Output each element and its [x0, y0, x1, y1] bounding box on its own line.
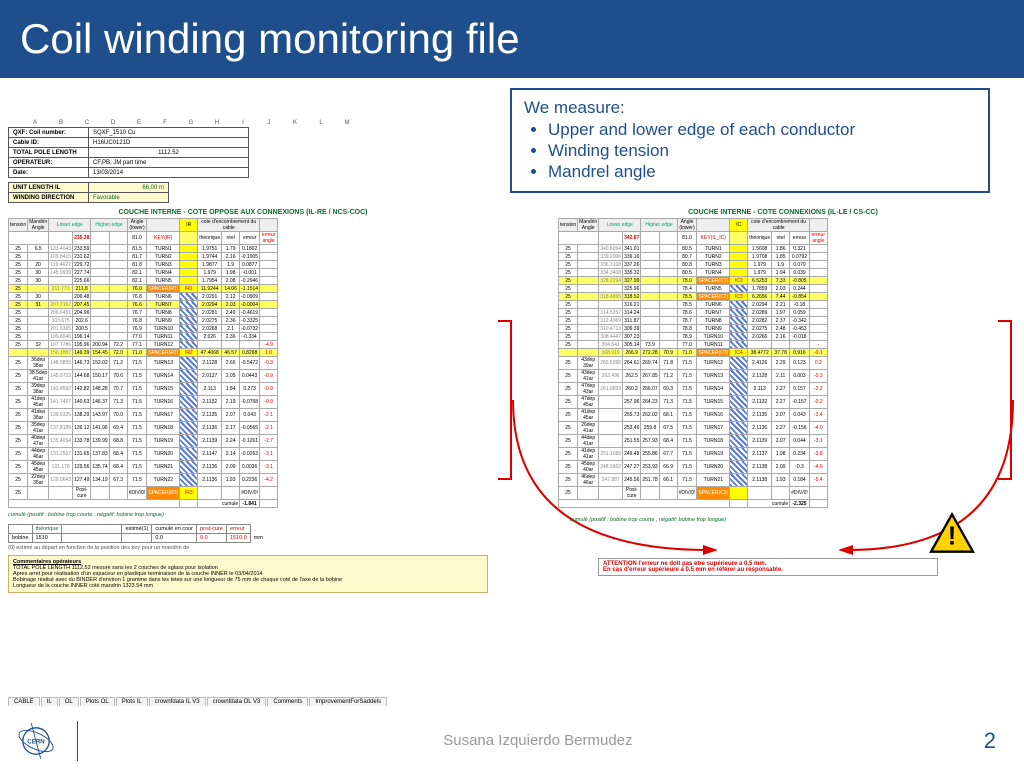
- footer: CERN Susana Izquierdo Bermudez 2: [0, 713, 1024, 768]
- sheet-tabs: CABLEILOLPlots OLPlots ILcrownfdata IL V…: [8, 697, 387, 706]
- sheet-tab[interactable]: OL: [59, 697, 79, 706]
- value: 13/03/2014: [89, 168, 249, 178]
- sheet-tab[interactable]: Comments: [267, 697, 308, 706]
- label: post-cure: [197, 525, 227, 534]
- comments-block: Commentaires opérateurs TOTAL POLE LENGT…: [8, 555, 488, 593]
- page-number: 2: [984, 728, 996, 754]
- header-info-table: QXF: Coil number:SQXF_1510 Cu Cable ID:H…: [8, 127, 249, 178]
- bottom-summary: théorique estimé(1) cumulé en cour post-…: [8, 524, 1016, 551]
- value: CF,PB, JM part time: [89, 158, 249, 168]
- label: OPERATEUR:: [9, 158, 89, 168]
- callout-list: Upper and lower edge of each conductor W…: [548, 120, 976, 182]
- spreadsheet-preview: ABCDEFGHIJKLM QXF: Coil number:SQXF_1510…: [8, 120, 1016, 675]
- sheet-tab[interactable]: Plots IL: [116, 697, 148, 706]
- sheet-tab[interactable]: CABLE: [8, 697, 40, 706]
- callout-item: Upper and lower edge of each conductor: [548, 120, 976, 140]
- sheet-tab[interactable]: Plots OL: [80, 697, 115, 706]
- section-header-left: COUCHE INTERNE - COTE OPPOSE AUX CONNEXI…: [8, 209, 478, 216]
- warning-icon: !: [928, 512, 976, 554]
- svg-text:CERN: CERN: [27, 738, 45, 745]
- value: SQXF_1510 Cu: [89, 128, 249, 138]
- section-header-right: COUCHE INTERNE - COTE CONNEXIONS (IL-LE …: [558, 209, 1008, 216]
- value: 0.0: [197, 534, 227, 543]
- unit: mm: [250, 534, 266, 543]
- page-title: Coil winding monitoring file: [0, 0, 1024, 78]
- value: 1112.52: [89, 148, 249, 158]
- label: estimé(1): [122, 525, 152, 534]
- label: erreur: [226, 525, 250, 534]
- cumul-note-right: cumulé (positif : bobine trop courte , n…: [570, 517, 726, 523]
- sheet-tab[interactable]: crownfdata IL V3: [149, 697, 206, 706]
- value: 66.00 m: [89, 183, 169, 193]
- label: TOTAL POLE LENGTH: [9, 148, 89, 158]
- value: H16UC0121D: [89, 138, 249, 148]
- label: cumulé en cour: [152, 525, 197, 534]
- title-text: Coil winding monitoring file: [20, 15, 520, 63]
- left-data-panel: tensionMandrin AngleLower edgeHigher edg…: [8, 218, 478, 508]
- unit-table: UNIT LENGTH IL66.00 m WINDING DIRECTIONF…: [8, 182, 169, 203]
- footer-divider: [77, 721, 78, 761]
- cumul-note: cumulé (positif : bobine trop courte , n…: [8, 512, 1016, 518]
- author-name: Susana Izquierdo Bermudez: [92, 732, 984, 749]
- callout-item: Winding tension: [548, 141, 976, 161]
- cern-logo-icon: CERN: [8, 713, 63, 768]
- label: théorique: [32, 525, 62, 534]
- value: 1510.0: [226, 534, 250, 543]
- attention-box: ATTENTION l'erreur ne doit pas etre supé…: [598, 558, 938, 576]
- callout-heading: We measure:: [524, 98, 976, 118]
- attention-line: En cas d'erreur supérieure a 0.5 mm en r…: [603, 567, 933, 573]
- label: QXF: Coil number:: [9, 128, 89, 138]
- depart-note: (0) estimé au départ en fonction de la p…: [8, 545, 1016, 551]
- value: 1510: [32, 534, 62, 543]
- comment-line: Longueur de la couche INNER coté mandrin…: [13, 583, 483, 589]
- label: WINDING DIRECTION: [9, 193, 89, 203]
- red-bracket-right: [998, 320, 1012, 480]
- label: Date:: [9, 168, 89, 178]
- right-data-panel: tensionMandrin AngleLower edgeHigher edg…: [558, 218, 1008, 508]
- svg-text:!: !: [948, 523, 957, 551]
- label: bobine: [9, 534, 33, 543]
- label: UNIT LENGTH IL: [9, 183, 89, 193]
- sheet-tab[interactable]: IL: [41, 697, 58, 706]
- sheet-tab[interactable]: ImprovementForSaddels: [309, 697, 387, 706]
- label: Cable ID:: [9, 138, 89, 148]
- sheet-tab[interactable]: crownfdata OL V3: [207, 697, 267, 706]
- red-bracket-left: [498, 320, 512, 480]
- value: 0.0: [152, 534, 197, 543]
- callout-item: Mandrel angle: [548, 162, 976, 182]
- value: [122, 534, 152, 543]
- value: Favorable: [89, 193, 169, 203]
- measure-callout: We measure: Upper and lower edge of each…: [510, 88, 990, 193]
